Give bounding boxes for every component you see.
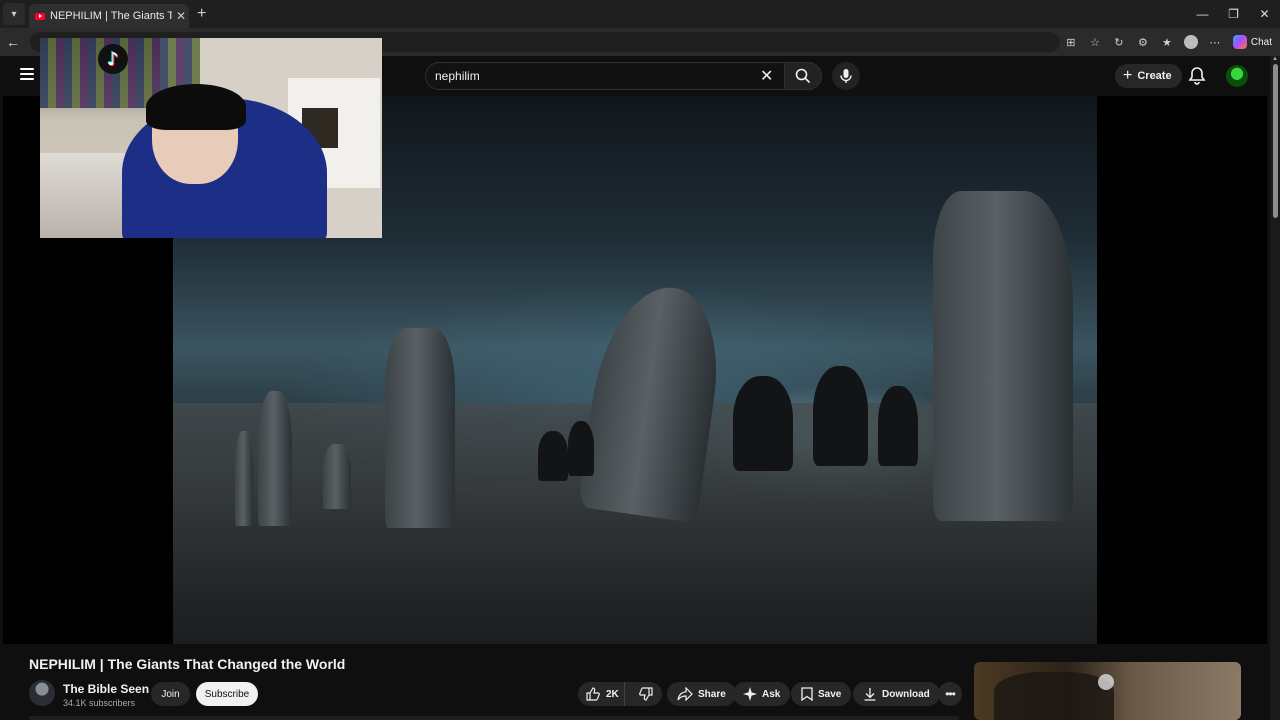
more-options-icon[interactable]: ⋯ — [1205, 32, 1225, 52]
video-scene-figure — [878, 386, 918, 466]
favorites-icon[interactable]: ★ — [1157, 32, 1177, 52]
video-scene-figure — [733, 376, 793, 471]
subscribe-button[interactable]: Subscribe — [196, 682, 258, 706]
app-available-icon[interactable]: ⊞ — [1061, 32, 1081, 52]
extensions-icon[interactable]: ⚙ — [1133, 32, 1153, 52]
webcam-overlay: ♪ — [40, 38, 382, 238]
thumbs-down-icon — [639, 687, 653, 701]
ask-button[interactable]: Ask — [733, 682, 791, 706]
window-controls: — ❐ ✕ — [1187, 0, 1280, 28]
create-button[interactable]: + Create — [1115, 64, 1182, 88]
subscriber-count: 34.1K subscribers — [63, 698, 136, 708]
browser-tab-active[interactable]: NEPHILIM | The Giants That Changed the W… — [29, 4, 189, 28]
browser-tab-bar: ▾ NEPHILIM | The Giants That Changed the… — [0, 0, 1280, 28]
refresh-icon[interactable]: ↻ — [1109, 32, 1129, 52]
sparkle-icon — [743, 687, 757, 701]
voice-search-button[interactable] — [832, 62, 860, 90]
save-button[interactable]: Save — [791, 682, 852, 706]
save-label: Save — [818, 688, 842, 700]
video-scene-stone — [235, 431, 253, 526]
video-scene-stone — [933, 191, 1073, 521]
video-scene-stone — [385, 328, 455, 528]
like-dislike-group: 2K — [578, 682, 662, 706]
video-scene-stone — [258, 391, 292, 526]
create-label: Create — [1137, 70, 1172, 82]
share-label: Share — [698, 688, 726, 700]
webcam-person-beanie — [146, 84, 246, 130]
minimize-button[interactable]: — — [1187, 0, 1218, 28]
download-button[interactable]: Download — [853, 682, 940, 706]
browser-toolbar-icons: ⊞ ☆ ↻ ⚙ ★ ⋯ Chat — [1061, 28, 1280, 56]
thumbnail-badge-icon — [1098, 674, 1114, 690]
menu-icon[interactable] — [20, 68, 34, 80]
copilot-icon — [1232, 35, 1247, 49]
video-scene-figure — [813, 366, 868, 466]
restore-button[interactable]: ❐ — [1218, 0, 1249, 28]
close-window-button[interactable]: ✕ — [1249, 0, 1280, 28]
video-title: NEPHILIM | The Giants That Changed the W… — [29, 656, 346, 672]
tab-title: NEPHILIM | The Giants That Changed the W… — [50, 10, 172, 22]
search-icon — [795, 68, 811, 84]
ask-label: Ask — [762, 688, 781, 700]
account-avatar[interactable] — [1226, 65, 1248, 87]
youtube-favicon-icon — [35, 12, 45, 20]
related-video-thumbnail[interactable] — [974, 662, 1241, 720]
thumbs-up-icon — [586, 687, 600, 701]
close-icon[interactable]: ✕ — [760, 66, 773, 86]
plus-icon: + — [1123, 67, 1133, 84]
back-arrow-icon[interactable]: ← — [6, 34, 24, 50]
mic-icon — [840, 69, 852, 83]
channel-avatar[interactable] — [29, 680, 55, 706]
page-scrollbar[interactable]: ▲ — [1270, 56, 1280, 720]
copilot-chat-button[interactable]: Chat — [1232, 35, 1272, 49]
tab-actions-menu-button[interactable]: ▾ — [3, 3, 25, 25]
scroll-up-icon[interactable]: ▲ — [1272, 56, 1278, 62]
thumbnail-figure — [994, 672, 1114, 720]
join-button[interactable]: Join — [151, 682, 190, 706]
description-box-edge — [29, 716, 959, 720]
channel-name[interactable]: The Bible Seen — [63, 682, 149, 696]
new-tab-button[interactable]: + — [197, 5, 206, 23]
scrollbar-thumb[interactable] — [1273, 64, 1278, 218]
tiktok-logo-icon: ♪ — [98, 44, 128, 74]
video-scene-figure — [568, 421, 594, 476]
like-button[interactable]: 2K — [578, 682, 626, 706]
chat-label: Chat — [1250, 36, 1272, 48]
favorite-star-icon[interactable]: ☆ — [1085, 32, 1105, 52]
search-input[interactable] — [425, 62, 789, 90]
like-count: 2K — [606, 688, 619, 700]
more-actions-button[interactable]: ••• — [938, 682, 962, 706]
share-button[interactable]: Share — [667, 682, 736, 706]
download-icon — [864, 688, 876, 701]
bookmark-icon — [801, 687, 813, 701]
video-scene-stone — [323, 444, 351, 509]
share-icon — [677, 687, 693, 701]
dislike-button[interactable] — [630, 682, 662, 706]
search-button[interactable] — [784, 62, 822, 90]
tab-close-icon[interactable]: ✕ — [176, 9, 186, 23]
download-label: Download — [882, 688, 930, 700]
video-scene-figure — [538, 431, 568, 481]
screen: ▾ NEPHILIM | The Giants That Changed the… — [0, 0, 1280, 720]
profile-icon[interactable] — [1181, 32, 1201, 52]
bell-icon[interactable] — [1188, 66, 1206, 86]
